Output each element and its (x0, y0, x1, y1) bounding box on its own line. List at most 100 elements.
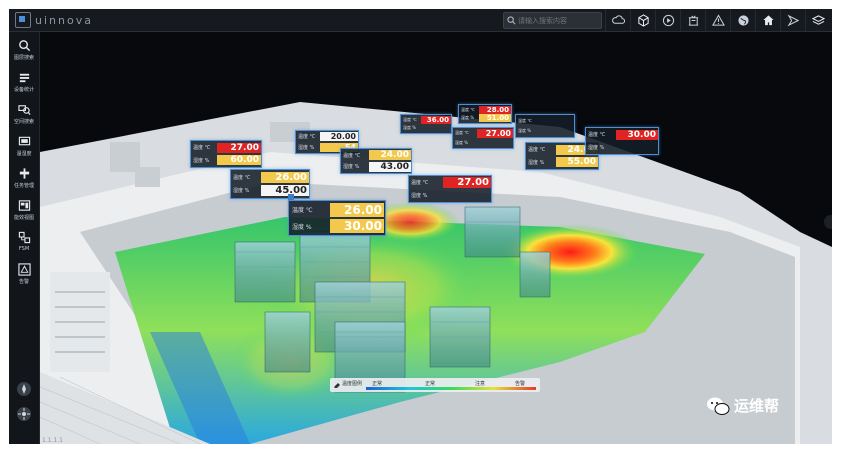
sensor-tag[interactable]: 温度 ℃ 27.00 湿度 % (408, 175, 492, 203)
sidebar-item-label: 图层搜索 (13, 55, 34, 61)
legend-stop: 正常 (372, 381, 383, 387)
play-button[interactable] (655, 9, 680, 31)
temp-value: 36.00 (421, 115, 451, 124)
search-icon (507, 16, 516, 25)
sensor-tag[interactable]: 温度 ℃ 28.00 湿度 % 51.00 (458, 104, 512, 124)
sensor-tag[interactable]: 温度 ℃ 27.00 湿度 % (452, 127, 514, 149)
hum-value: 51.00 (479, 114, 511, 122)
hum-label: 湿度 % (461, 115, 475, 120)
hum-label: 湿度 % (343, 164, 360, 170)
analysis-icon (18, 200, 30, 211)
sidebar-item-temperature[interactable]: 温湿度 (9, 132, 39, 162)
hum-value: 60.00 (217, 155, 261, 165)
cloud-icon (611, 14, 625, 24)
layers-icon (811, 14, 825, 25)
sidebar-item-search[interactable]: 图层搜索 (9, 36, 39, 66)
temp-label: 温度 ℃ (193, 145, 211, 151)
sensor-tag[interactable]: 温度 ℃ 36.00 湿度 % (400, 114, 452, 134)
sidebar-item-fsm[interactable]: FSM (9, 228, 39, 258)
temp-value: 27.00 (217, 142, 261, 153)
building-button[interactable] (680, 9, 705, 31)
side-panel-toggle[interactable] (824, 215, 832, 229)
app-window: uinnova 图层搜索 设备统计 空间搜索 (9, 9, 832, 444)
temp-label: 温度 ℃ (298, 134, 316, 140)
hum-label: 湿度 % (528, 159, 545, 166)
hum-label: 湿度 % (403, 125, 417, 130)
sidebar-item-label: 设备统计 (13, 87, 34, 93)
temp-label: 温度 ℃ (292, 207, 313, 214)
sidebar-item-space-search[interactable]: 空间搜索 (9, 100, 39, 130)
sidebar-item-label: 告警 (18, 279, 29, 285)
temp-value: 20.00 (320, 132, 358, 141)
sensor-title (288, 194, 294, 200)
version-text: 1.1.1.1 (42, 437, 63, 444)
sensor-tag[interactable]: 温度 ℃ 26.00 湿度 % 30.00 (288, 194, 386, 236)
globe-icon (737, 14, 749, 26)
temp-label: 温度 ℃ (403, 116, 417, 122)
temp-value: 30.00 (616, 129, 658, 140)
cloud-button[interactable] (605, 9, 630, 31)
sidebar-item-label: FSM (18, 246, 30, 252)
hum-label: 湿度 % (411, 192, 428, 199)
sensor-tag[interactable]: 温度 ℃ 24.00 湿度 % 43.00 (340, 148, 412, 174)
cube-button[interactable] (630, 9, 655, 31)
logo-icon (15, 12, 31, 28)
sidebar-item-analysis[interactable]: 能效视图 (9, 196, 39, 226)
hum-label: 湿度 % (193, 157, 210, 164)
warning-icon (711, 13, 725, 26)
wechat-icon (707, 397, 730, 415)
navigate-button[interactable] (780, 9, 805, 31)
brand-name: uinnova (35, 13, 93, 27)
temp-value: 27.00 (443, 177, 491, 188)
compass-icon[interactable] (16, 381, 32, 397)
hum-label: 湿度 % (455, 139, 469, 145)
temp-label: 温度 ℃ (518, 117, 532, 123)
sidebar: 图层搜索 设备统计 空间搜索 温湿度 任务管理 能效视图 FSM 告警 (9, 32, 40, 444)
tasks-icon (19, 168, 29, 179)
search-input[interactable] (516, 16, 598, 25)
device-icon (19, 73, 29, 83)
3d-viewport[interactable]: 温度 ℃ 27.00 湿度 % 60.00 温度 ℃ 20.00 湿度 % 54 温度 … (40, 32, 832, 444)
temp-label: 温度 ℃ (411, 180, 429, 186)
brush-icon (334, 383, 340, 388)
hum-value: 55.00 (556, 157, 598, 167)
sensor-tag[interactable]: 温度 ℃ 27.00 湿度 % 60.00 (190, 140, 262, 168)
watermark-text: 运维帮 (734, 397, 780, 415)
temp-label: 温度 ℃ (233, 174, 251, 181)
legend-stop: 注意 (475, 381, 486, 387)
search-icon (18, 40, 30, 52)
top-toolbar (605, 9, 830, 31)
watermark: 运维帮 (706, 395, 779, 416)
navigate-icon (787, 14, 799, 26)
hum-value: 45.00 (261, 185, 309, 196)
pan-icon[interactable] (16, 406, 32, 422)
temp-value: 26.00 (261, 171, 309, 183)
fsm-icon (18, 231, 30, 244)
sensor-tag[interactable]: 温度 ℃ 湿度 % (515, 114, 575, 138)
temperature-legend: 温度图例 正常 正常 注意 告警 (330, 378, 540, 392)
legend-stop: 正常 (425, 381, 436, 387)
space-search-icon (17, 105, 31, 115)
warning-button[interactable] (705, 9, 730, 31)
hum-label: 湿度 % (298, 144, 315, 151)
legend-stop: 告警 (515, 381, 526, 387)
sidebar-item-label: 温湿度 (16, 151, 32, 157)
hum-value: 43.00 (369, 161, 411, 172)
hum-value: 30.00 (330, 219, 384, 233)
globe-button[interactable] (730, 9, 755, 31)
temp-value: 27.00 (477, 128, 513, 138)
hum-label: 湿度 % (588, 144, 605, 151)
sidebar-item-alarm[interactable]: 告警 (9, 260, 39, 290)
temp-label: 温度 ℃ (461, 106, 475, 112)
sensor-tag[interactable]: 温度 ℃ 30.00 湿度 % (585, 127, 659, 155)
search-box[interactable] (503, 12, 602, 29)
top-bar: uinnova (9, 9, 832, 32)
home-button[interactable] (755, 9, 780, 31)
brand[interactable]: uinnova (15, 12, 93, 28)
sensor-tag[interactable]: 温度 ℃ 26.00 湿度 % 45.00 (230, 169, 310, 199)
sidebar-item-tasks[interactable]: 任务管理 (9, 164, 39, 194)
temp-label: 温度 ℃ (343, 152, 361, 159)
sidebar-item-device[interactable]: 设备统计 (9, 68, 39, 98)
layers-button[interactable] (805, 9, 830, 31)
sidebar-item-label: 空间搜索 (13, 119, 34, 125)
